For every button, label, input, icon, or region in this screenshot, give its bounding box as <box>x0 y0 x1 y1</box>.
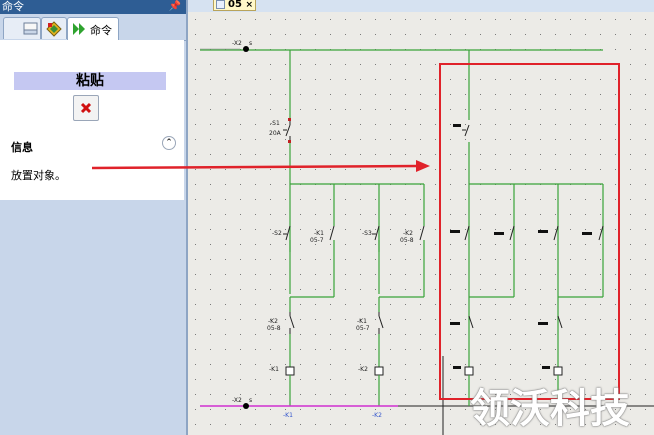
info-text: 放置对象。 <box>11 169 66 182</box>
tab-command[interactable]: 命令 <box>67 17 119 41</box>
coil-k2 <box>374 366 384 376</box>
watermark-text: 领沃科技 <box>470 385 630 432</box>
label-s2: -S2 <box>272 230 282 237</box>
label-k2-ref: 05-8 <box>400 237 414 244</box>
label-coil-k1: -K1 <box>269 366 279 373</box>
panel-title-bar: 命令 📌 <box>0 0 186 14</box>
label-x2-top: -X2 <box>232 40 242 47</box>
page-icon <box>23 22 38 35</box>
label-k2-nc: -K2 <box>268 318 278 325</box>
label-k1-ref: 05-7 <box>310 237 324 244</box>
coil-k1 <box>285 366 295 376</box>
label-k2-nc-ref: 05-8 <box>267 325 281 332</box>
close-icon <box>80 102 92 114</box>
label-s-top: s <box>249 40 252 47</box>
close-tab-icon[interactable]: × <box>245 0 253 11</box>
tab-command-label: 命令 <box>90 24 112 37</box>
schematic-page-icon <box>216 0 225 9</box>
symbols-icon <box>46 21 62 37</box>
paste-title: 粘贴 <box>14 72 166 90</box>
tab-page[interactable] <box>3 17 41 39</box>
label-coil-k2: -K2 <box>358 366 368 373</box>
command-panel: 命令 📌 命令 粘贴 信息 ⌃ 放置对象。 <box>0 0 186 435</box>
label-s1: -S1 <box>270 120 280 127</box>
panel-tab-strip: 命令 <box>0 14 186 41</box>
document-tab-name: 05 <box>228 0 242 10</box>
pin-icon[interactable]: 📌 <box>169 0 181 14</box>
panel-body: 粘贴 信息 ⌃ 放置对象。 <box>0 40 184 200</box>
cancel-button[interactable] <box>73 95 99 121</box>
collapse-icon[interactable]: ⌃ <box>162 136 176 150</box>
label-k1-nc-ref: 05-7 <box>356 325 370 332</box>
label-k2: -K2 <box>403 230 413 237</box>
schematic-drawing: -X2 s -S1 20A -S2 -K1 05-7 -S3 -K2 05-8 … <box>188 12 654 435</box>
label-x2-bottom: -X2 <box>232 397 242 404</box>
label-s3: -S3 <box>362 230 372 237</box>
panel-title: 命令 <box>2 0 24 13</box>
label-s-bottom: s <box>249 397 252 404</box>
label-k2-bottom: -K2 <box>372 412 382 419</box>
label-s1-rating: 20A <box>269 130 282 137</box>
document-tab[interactable]: 05 × <box>213 0 256 11</box>
tab-symbols[interactable] <box>41 17 67 39</box>
label-k1-nc: -K1 <box>357 318 367 325</box>
play-icon <box>73 23 85 35</box>
grid-dots <box>188 12 654 435</box>
label-k1-bottom: -K1 <box>283 412 293 419</box>
info-title: 信息 <box>11 141 33 154</box>
label-k1: -K1 <box>314 230 324 237</box>
schematic-canvas[interactable]: -X2 s -S1 20A -S2 -K1 05-7 -S3 -K2 05-8 … <box>188 12 654 435</box>
